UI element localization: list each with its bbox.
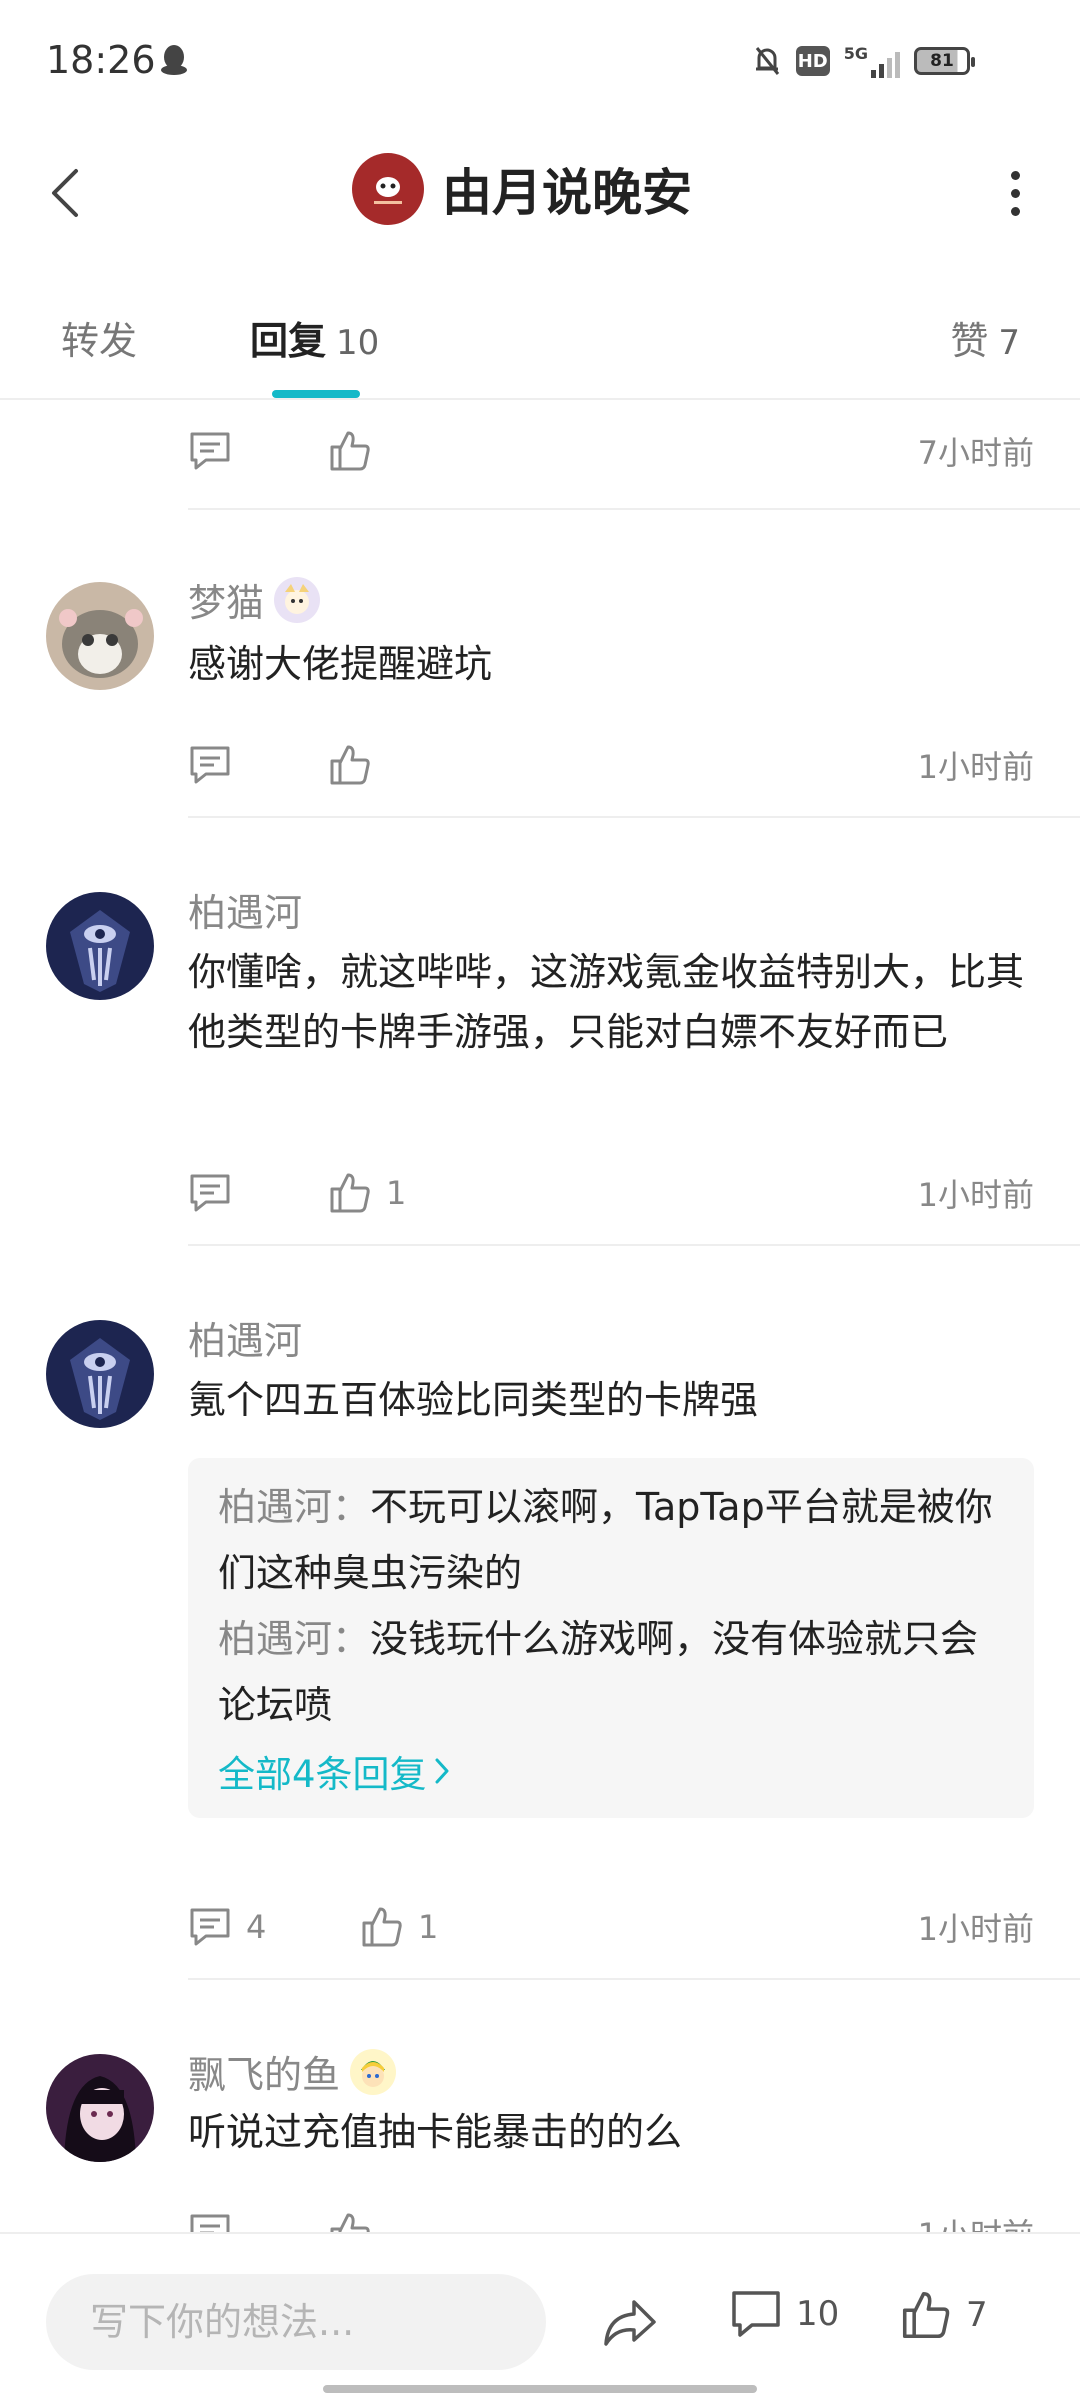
like-button[interactable]: 1 (360, 1905, 438, 1949)
comment-icon (190, 432, 230, 470)
tab-like-count: 7 (998, 323, 1020, 363)
battery-icon: 81 (914, 47, 975, 75)
like-count: 1 (418, 1908, 439, 1946)
thumbs-up-icon (330, 745, 370, 785)
hd-icon: HD (795, 46, 830, 76)
username[interactable]: 柏遇河 (188, 1310, 302, 1365)
comment-time: 1小时前 (917, 1176, 1034, 1214)
comment-count: 10 (796, 2294, 840, 2334)
5g-signal-icon: 5G (844, 44, 900, 78)
comment-time: 7小时前 (917, 434, 1034, 472)
like-button[interactable]: 1 (328, 1171, 406, 1215)
tab-like[interactable]: 赞 7 (950, 310, 1020, 365)
title-group[interactable]: 由月说晚安 (352, 153, 692, 225)
divider (188, 1978, 1080, 1980)
mute-bell-icon (755, 47, 779, 75)
user-badge-icon (274, 576, 321, 623)
back-arrow-icon (52, 169, 78, 217)
bottom-action-bar: 10 7 (0, 2232, 1080, 2400)
divider (188, 508, 1080, 510)
share-arrow-icon (604, 2300, 656, 2346)
more-vertical-icon[interactable] (990, 163, 1040, 223)
divider (188, 1244, 1080, 1246)
username[interactable]: 飘飞的鱼 (188, 2044, 340, 2099)
thumbs-up-icon (330, 2213, 370, 2232)
comment-list[interactable]: 7小时前 梦猫 感谢大佬提醒避坑 1小时前 柏遇河 你懂啥，就这哔哔，这游戏氪金… (0, 402, 1080, 2232)
avatar[interactable] (46, 1320, 154, 1428)
comment-icon (190, 1174, 230, 1212)
username[interactable]: 梦猫 (188, 572, 264, 627)
status-time: 18:26 (46, 38, 156, 82)
comment-actions: 7小时前 (188, 416, 1034, 486)
comment-icon (190, 1908, 230, 1946)
user-badge-icon (350, 2048, 397, 2095)
reply-author[interactable]: 柏遇河 (218, 1485, 332, 1529)
tab-bar: 转发 回复 10 赞 7 (0, 260, 1080, 400)
username[interactable]: 柏遇河 (188, 882, 302, 937)
like-count-button[interactable]: 7 (900, 2289, 988, 2341)
reply-button[interactable]: 4 (188, 1906, 360, 1948)
tab-reply-count: 10 (336, 323, 380, 363)
like-button[interactable] (328, 743, 386, 787)
comment-time: 1小时前 (917, 748, 1034, 786)
thumbs-up-icon (330, 431, 370, 471)
comment-text: 你懂啥，就这哔哔，这游戏氪金收益特别大，比其他类型的卡牌手游强，只能对白嫖不友好… (188, 950, 1025, 1054)
page-title: 由月说晚安 (442, 164, 692, 222)
thumbs-up-icon (902, 2291, 950, 2339)
header: 由月说晚安 (0, 125, 1080, 260)
comment-actions: 1小时前 (188, 730, 1034, 800)
comment-icon (190, 2214, 230, 2232)
qq-penguin-icon (161, 45, 187, 75)
status-bar: 18:26 HD 5G 81 (0, 0, 1080, 125)
chevron-right-icon (435, 1758, 449, 1784)
like-button[interactable] (328, 2211, 372, 2232)
thumbs-up-icon (362, 1907, 402, 1947)
comment-icon (732, 2291, 780, 2337)
avatar[interactable] (352, 153, 424, 225)
reply-preview-item: 柏遇河：没钱玩什么游戏啊，没有体验就只会论坛喷 (218, 1617, 979, 1727)
divider (188, 816, 1080, 818)
reply-button[interactable] (188, 744, 328, 786)
tab-repost[interactable]: 转发 (61, 310, 137, 365)
thumbs-up-icon (330, 1173, 370, 1213)
avatar[interactable] (46, 2054, 154, 2162)
back-button[interactable] (40, 160, 90, 226)
comment-input[interactable] (46, 2274, 546, 2370)
tab-active-indicator (272, 390, 360, 398)
comment-actions: 1 1小时前 (188, 1158, 1034, 1228)
comment-text: 听说过充值抽卡能暴击的的么 (188, 2110, 683, 2154)
tab-reply[interactable]: 回复 10 (250, 310, 379, 365)
reply-preview-item: 柏遇河：不玩可以滚啊，TapTap平台就是被你们这种臭虫污染的 (218, 1485, 993, 1595)
share-button[interactable] (600, 2292, 660, 2352)
reply-button[interactable] (188, 1172, 328, 1214)
comment-time: 1小时前 (918, 2210, 1034, 2232)
home-indicator[interactable] (323, 2385, 757, 2393)
reply-author[interactable]: 柏遇河 (218, 1617, 332, 1661)
avatar[interactable] (46, 582, 154, 690)
like-count: 7 (966, 2295, 988, 2335)
comment-text: 氪个四五百体验比同类型的卡牌强 (188, 1378, 759, 1422)
like-button[interactable] (328, 429, 372, 473)
comment-text: 感谢大佬提醒避坑 (188, 642, 493, 686)
comment-actions: 1小时前 (188, 2198, 1034, 2232)
reply-button[interactable] (188, 2212, 328, 2232)
comment-actions: 4 1 1小时前 (188, 1892, 1034, 1962)
reply-button[interactable] (188, 430, 328, 472)
reply-count: 4 (246, 1908, 267, 1946)
comment-icon (190, 746, 230, 784)
reply-preview-box[interactable]: 柏遇河：不玩可以滚啊，TapTap平台就是被你们这种臭虫污染的 柏遇河：没钱玩什… (188, 1458, 1034, 1818)
like-count: 1 (386, 1174, 407, 1212)
avatar[interactable] (46, 892, 154, 1000)
view-all-replies-link[interactable]: 全部4条回复 (218, 1744, 1004, 1798)
comment-count-button[interactable]: 10 (730, 2289, 839, 2339)
comment-time: 1小时前 (917, 1910, 1034, 1948)
